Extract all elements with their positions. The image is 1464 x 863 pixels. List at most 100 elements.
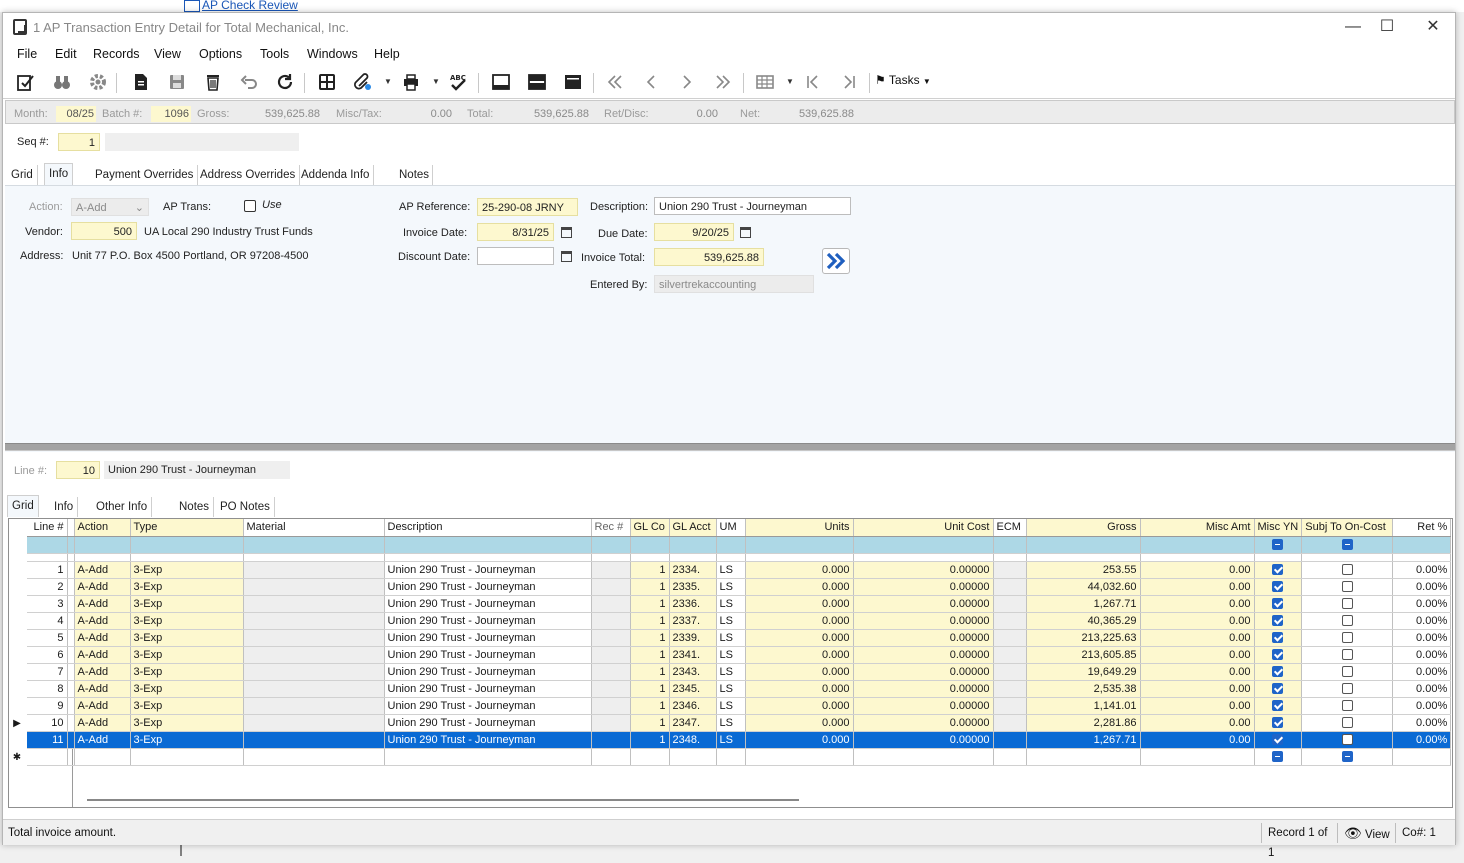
col-header-rec[interactable]: Rec # (591, 519, 631, 537)
cell-gross[interactable]: 253.55 (1026, 561, 1141, 579)
tab-notes[interactable]: Notes (395, 165, 433, 185)
cell-ecm[interactable] (993, 578, 1027, 596)
cell-spacer[interactable] (67, 612, 75, 630)
cell-gl-co[interactable]: 1 (630, 578, 670, 596)
forward-arrow-button[interactable] (822, 248, 850, 274)
table-row[interactable]: 6 A-Add 3-Exp Union 290 Trust - Journeyman 1… (27, 646, 1452, 664)
filter-cell[interactable] (243, 536, 385, 554)
cell-action[interactable]: A-Add (74, 697, 131, 715)
cell-misc-yn[interactable] (1254, 561, 1303, 579)
cell-ecm[interactable] (993, 595, 1027, 613)
cell-material[interactable] (243, 731, 385, 749)
cell-subj-on-cost[interactable] (1301, 561, 1394, 579)
filter-cell[interactable] (1254, 536, 1303, 554)
new-record-cell[interactable] (716, 748, 746, 766)
cell-description[interactable]: Union 290 Trust - Journeyman (384, 646, 592, 664)
cell-ret-pct[interactable]: 0.00% (1392, 578, 1452, 596)
col-header-ecm[interactable]: ECM (993, 519, 1027, 537)
cell-line[interactable]: 6 (27, 646, 68, 664)
edit-check-icon[interactable] (14, 71, 38, 93)
menu-view[interactable]: View (154, 47, 181, 61)
cell-action[interactable]: A-Add (74, 629, 131, 647)
ap-reference-field[interactable]: 25-290-08 JRNY (477, 198, 578, 216)
new-record-cell[interactable] (1254, 748, 1303, 766)
horizontal-scrollbar[interactable] (87, 799, 799, 801)
discount-date-calendar-icon[interactable] (557, 247, 575, 265)
col-header-ret-pct[interactable]: Ret % (1392, 519, 1452, 537)
cell-gross[interactable]: 2,535.38 (1026, 680, 1141, 698)
cell-unit-cost[interactable]: 0.00000 (853, 646, 994, 664)
cell-ret-pct[interactable]: 0.00% (1392, 714, 1452, 732)
cell-unit-cost[interactable]: 0.00000 (853, 663, 994, 681)
cell-action[interactable]: A-Add (74, 561, 131, 579)
cell-gross[interactable]: 1,267.71 (1026, 731, 1141, 749)
subj-on-cost-checkbox[interactable] (1341, 598, 1353, 610)
cell-action[interactable]: A-Add (74, 612, 131, 630)
tab-line-grid[interactable]: Grid (7, 495, 39, 517)
misc-yn-checkbox[interactable] (1272, 615, 1284, 627)
cell-units[interactable]: 0.000 (745, 731, 854, 749)
cell-rec[interactable] (591, 714, 631, 732)
cell-gl-acct[interactable]: 2334. (669, 561, 717, 579)
col-header-unit-cost[interactable]: Unit Cost (853, 519, 994, 537)
subj-on-cost-checkbox[interactable] (1341, 700, 1353, 712)
cell-spacer[interactable] (67, 697, 75, 715)
cell-ret-pct[interactable]: 0.00% (1392, 612, 1452, 630)
misc-yn-checkbox[interactable] (1272, 683, 1284, 695)
binoculars-icon[interactable] (50, 71, 74, 93)
delete-trash-icon[interactable] (201, 71, 225, 93)
col-header-line[interactable]: Line # (27, 519, 68, 537)
menu-windows[interactable]: Windows (307, 47, 358, 61)
cell-action[interactable]: A-Add (74, 595, 131, 613)
layout-full-icon[interactable] (561, 71, 585, 93)
col-header-um[interactable]: UM (716, 519, 746, 537)
cell-gross[interactable]: 213,225.63 (1026, 629, 1141, 647)
cell-gross[interactable]: 213,605.85 (1026, 646, 1141, 664)
cell-misc-yn[interactable] (1254, 595, 1303, 613)
filter-cell[interactable] (853, 536, 994, 554)
cell-ret-pct[interactable]: 0.00% (1392, 731, 1452, 749)
cell-gl-co[interactable]: 1 (630, 646, 670, 664)
cell-ecm[interactable] (993, 663, 1027, 681)
misc-yn-checkbox[interactable] (1272, 649, 1284, 661)
cell-um[interactable]: LS (716, 595, 746, 613)
use-checkbox[interactable] (244, 200, 256, 212)
view-mode-button[interactable]: 👁 View (1337, 823, 1395, 843)
cell-ecm[interactable] (993, 561, 1027, 579)
menu-edit[interactable]: Edit (55, 47, 77, 61)
filter-checkbox[interactable] (1341, 539, 1353, 551)
cell-subj-on-cost[interactable] (1301, 663, 1394, 681)
table-row[interactable]: 5 A-Add 3-Exp Union 290 Trust - Journeyman 1… (27, 629, 1452, 647)
filter-cell[interactable] (1301, 536, 1394, 554)
subj-on-cost-checkbox[interactable] (1341, 615, 1353, 627)
new-record-checkbox[interactable] (1272, 751, 1284, 763)
col-header-description[interactable]: Description (384, 519, 592, 537)
tab-grid[interactable]: Grid (7, 165, 38, 185)
subj-on-cost-checkbox[interactable] (1341, 734, 1353, 746)
invoice-total-field[interactable]: 539,625.88 (654, 248, 764, 266)
cell-gl-co[interactable]: 1 (630, 731, 670, 749)
cell-misc-amt[interactable]: 0.00 (1140, 595, 1255, 613)
cell-gl-co[interactable]: 1 (630, 714, 670, 732)
close-button[interactable]: ✕ (1413, 17, 1453, 39)
cell-unit-cost[interactable]: 0.00000 (853, 595, 994, 613)
filter-cell[interactable] (384, 536, 592, 554)
print-icon[interactable] (399, 71, 423, 93)
cell-rec[interactable] (591, 697, 631, 715)
cell-description[interactable]: Union 290 Trust - Journeyman (384, 731, 592, 749)
cell-type[interactable]: 3-Exp (130, 663, 244, 681)
cell-gl-co[interactable]: 1 (630, 697, 670, 715)
settings-gear-icon[interactable] (86, 71, 110, 93)
misc-yn-checkbox[interactable] (1272, 632, 1284, 644)
cell-line[interactable]: 11 (27, 731, 68, 749)
cell-rec[interactable] (591, 629, 631, 647)
cell-misc-amt[interactable]: 0.00 (1140, 578, 1255, 596)
cell-ret-pct[interactable]: 0.00% (1392, 697, 1452, 715)
cell-subj-on-cost[interactable] (1301, 646, 1394, 664)
cell-misc-amt[interactable]: 0.00 (1140, 646, 1255, 664)
cell-rec[interactable] (591, 561, 631, 579)
col-header-misc-yn[interactable]: Misc YN (1254, 519, 1303, 537)
cell-misc-yn[interactable] (1254, 697, 1303, 715)
discount-date-field[interactable] (477, 247, 554, 265)
subj-on-cost-checkbox[interactable] (1341, 666, 1353, 678)
